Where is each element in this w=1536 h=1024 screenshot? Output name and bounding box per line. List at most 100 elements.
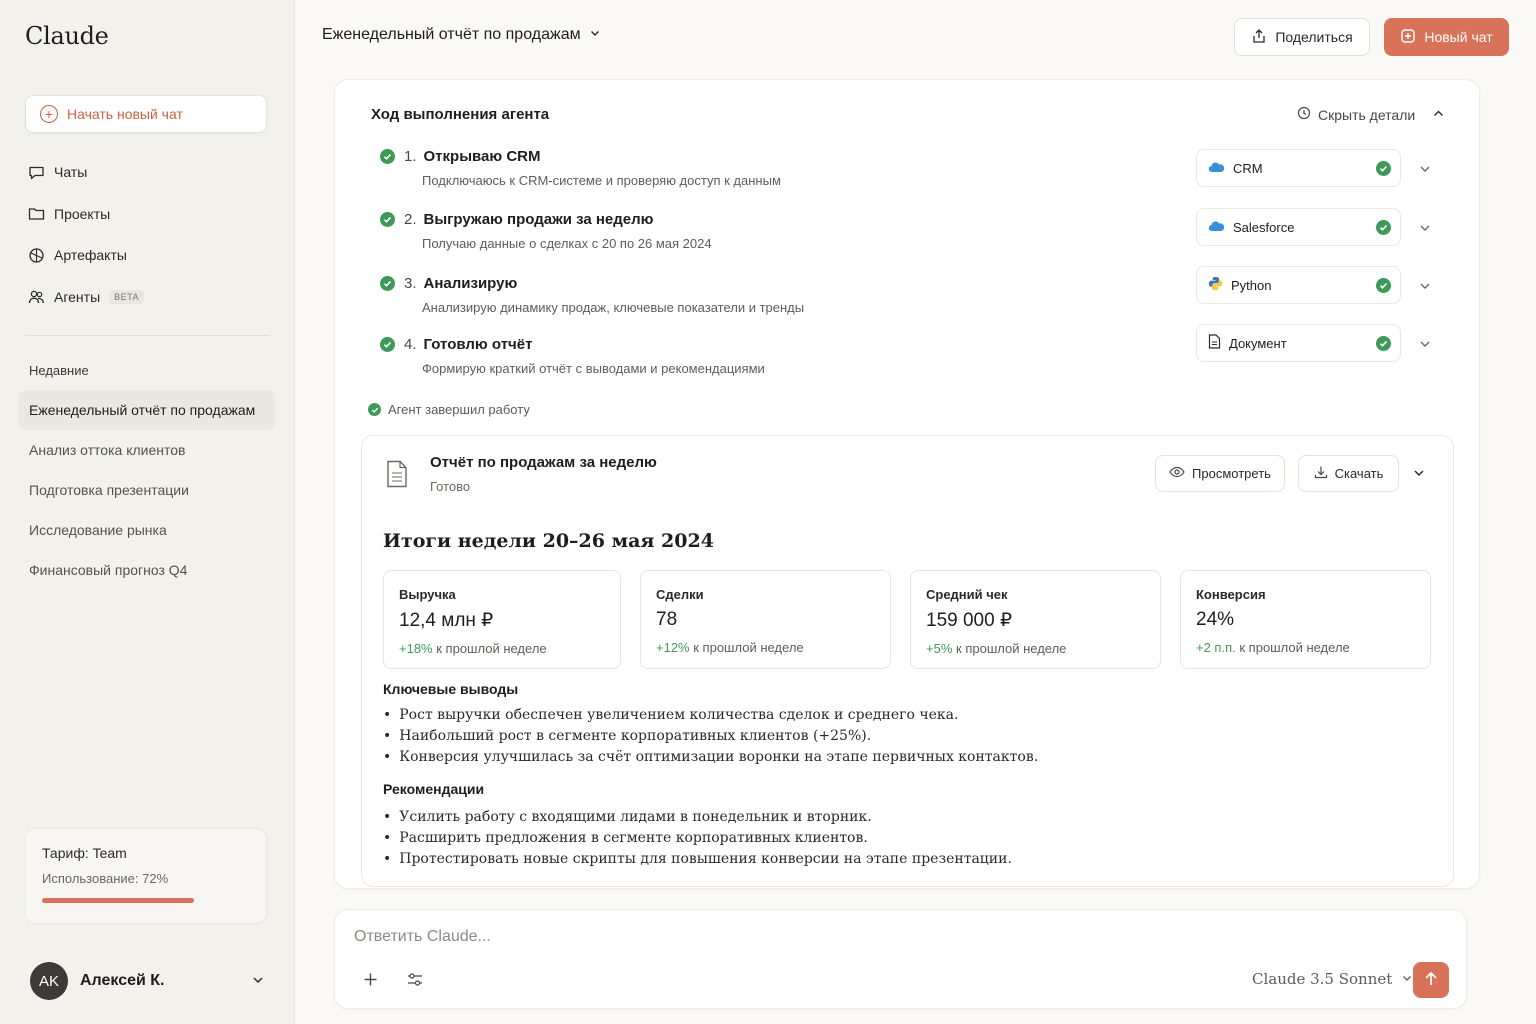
agent-done-status: Агент завершил работу [368,402,530,417]
check-circle-icon [1376,335,1391,351]
report-title: Отчёт по продажам за неделю [430,454,657,471]
tool-name: Python [1231,277,1272,293]
sidebar-item-label: Проекты [54,205,111,222]
chevron-down-icon [1401,970,1413,988]
recent-chat-item[interactable]: Исследование рынка [18,510,275,550]
sidebar-item-label: Чаты [54,164,88,180]
new-chat-button[interactable]: Новый чат [1384,18,1509,56]
agent-done-label: Агент завершил работу [388,402,530,417]
step-number: 2. [404,211,417,228]
metric-value: 78 [656,609,678,630]
list-item: Наибольший рост в сегменте корпоративных… [383,725,1038,746]
report-status: Готово [430,479,471,494]
check-circle-icon [1376,160,1391,176]
settings-sliders-icon[interactable] [407,972,423,990]
plan-usage: Использование: 72% [42,871,169,886]
metric-value: 12,4 млн ₽ [399,610,494,631]
hide-details-label: Скрыть детали [1318,106,1416,123]
chat-title: Еженедельный отчёт по продажам [322,26,581,43]
chat-title-dropdown[interactable]: Еженедельный отчёт по продажам [322,26,601,44]
metric-value: 159 000 ₽ [926,610,1013,631]
app-logo[interactable]: Claude [25,22,109,50]
recent-chat-item[interactable]: Еженедельный отчёт по продажам [18,390,275,430]
report-heading: Итоги недели 20–26 мая 2024 [383,530,714,552]
view-button[interactable]: Просмотреть [1155,455,1285,492]
check-circle-icon [368,403,381,416]
chevron-down-icon [251,973,265,990]
report-card: Отчёт по продажам за неделю Готово Просм… [361,435,1454,887]
recent-chat-item[interactable]: Финансовый прогноз Q4 [18,550,275,590]
chevron-down-icon[interactable] [1418,337,1432,351]
sidebar-item-projects[interactable]: Проекты [27,202,267,226]
step-title: Готовлю отчёт [423,336,533,353]
recent-chat-item[interactable]: Анализ оттока клиентов [18,430,275,470]
agent-step: 2. Выгружаю продажи за неделю Получаю да… [380,211,1160,251]
metric-change: +5% к прошлой неделе [926,641,1067,656]
model-selector[interactable]: Claude 3.5 Sonnet [1252,970,1413,988]
findings-list: Рост выручки обеспечен увеличением колич… [383,704,1038,767]
chevron-down-icon[interactable] [1418,221,1432,235]
add-attachment-icon[interactable] [363,972,378,990]
tool-chip-salesforce[interactable]: Salesforce [1196,208,1401,246]
tool-chip-document[interactable]: Документ [1196,324,1401,362]
list-item: Расширить предложения в сегменте корпора… [383,827,1012,848]
step-title: Открываю CRM [423,148,541,165]
sidebar-item-agents[interactable]: Агенты BETA [27,285,267,309]
artifacts-icon [27,246,45,264]
agent-step: 4. Готовлю отчёт Формирую краткий отчёт … [380,336,1160,376]
tool-chip-python[interactable]: Python [1196,266,1401,304]
hide-details-button[interactable]: Скрыть детали [1297,106,1445,123]
check-circle-icon [1376,277,1391,293]
plus-circle-icon: + [40,105,58,123]
share-button[interactable]: Поделиться [1234,18,1370,56]
user-name: Алексей К. [80,972,165,989]
arrow-up-icon [1424,971,1438,990]
start-new-chat-label: Начать новый чат [67,106,183,122]
sidebar-item-label: Агенты [54,288,101,305]
check-circle-icon [380,276,395,291]
download-icon [1314,465,1328,482]
check-circle-icon [380,212,395,227]
findings-title: Ключевые выводы [383,681,519,697]
step-number: 1. [404,148,417,165]
plan-card: Тариф: Team Использование: 72% [25,828,267,924]
download-label: Скачать [1334,466,1384,481]
new-chat-icon [1400,28,1416,47]
download-button[interactable]: Скачать [1298,455,1399,492]
step-description: Подключаюсь к CRM-системе и проверяю дос… [422,173,781,188]
sidebar-nav: Чаты Проекты Артефакты Агенты BETA [27,160,267,326]
agent-progress-card: Ход выполнения агента Скрыть детали 1. О… [334,79,1480,889]
check-circle-icon [380,149,395,164]
tool-chip-crm[interactable]: CRM [1196,149,1401,187]
sidebar-item-artifacts[interactable]: Артефакты [27,243,267,267]
recent-title: Недавние [29,363,89,378]
reply-input[interactable] [354,928,1254,946]
metric-card: Средний чек 159 000 ₽ +5% к прошлой неде… [910,570,1161,669]
sidebar: Claude + Начать новый чат Чаты Проекты А… [0,0,295,1024]
start-new-chat-button[interactable]: + Начать новый чат [25,95,267,133]
chevron-down-icon[interactable] [1418,279,1432,293]
chevron-down-icon[interactable] [1418,162,1432,176]
send-button[interactable] [1413,962,1449,998]
recommendations-title: Рекомендации [383,781,485,797]
recommendations-list: Усилить работу с входящими лидами в поне… [383,806,1012,869]
metric-card: Конверсия 24% +2 п.п. к прошлой неделе [1180,570,1431,669]
python-icon [1208,276,1223,294]
usage-progress-bar [42,898,194,903]
chevron-up-icon [1432,107,1445,123]
step-title: Выгружаю продажи за неделю [423,211,654,228]
agent-step: 1. Открываю CRM Подключаюсь к CRM-систем… [380,148,1160,188]
metric-change: +18% к прошлой неделе [399,641,547,656]
recent-chat-item[interactable]: Подготовка презентации [18,470,275,510]
model-name: Claude 3.5 Sonnet [1252,970,1393,988]
share-icon [1251,28,1267,47]
step-title: Анализирую [423,275,518,292]
chevron-down-icon[interactable] [1412,466,1426,483]
cloud-icon [1208,161,1225,176]
tool-name: Документ [1229,335,1287,351]
sidebar-item-chats[interactable]: Чаты [27,160,267,184]
metric-change: +2 п.п. к прошлой неделе [1196,640,1350,655]
user-menu[interactable]: AK Алексей К. [30,961,265,1001]
new-chat-label: Новый чат [1424,29,1493,45]
document-icon [1208,334,1221,352]
